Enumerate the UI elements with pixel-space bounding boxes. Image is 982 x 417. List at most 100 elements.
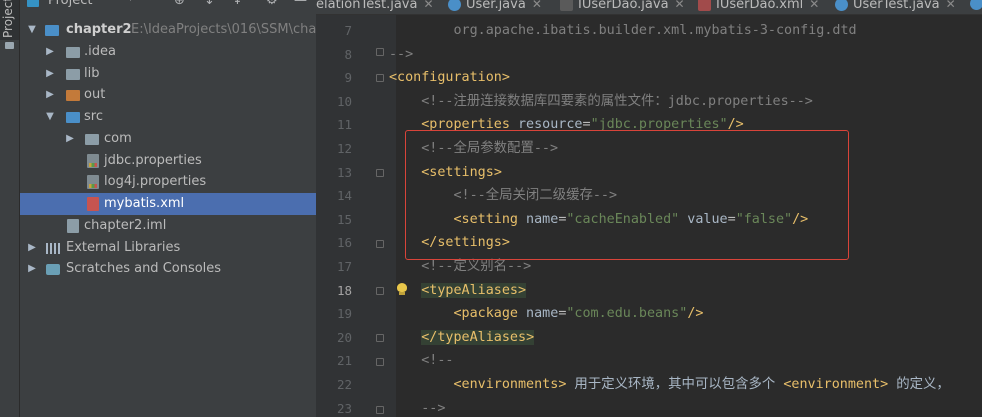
- tab-iuserdao-xml[interactable]: IUserDao.xml ✕: [698, 0, 819, 14]
- java-class-icon: [835, 0, 848, 11]
- tree-item-out[interactable]: ▶ out: [20, 84, 316, 106]
- fold-marker-icon[interactable]: [376, 48, 384, 56]
- chevron-right-icon[interactable]: ▶: [64, 128, 76, 150]
- line-number: 23: [336, 400, 352, 416]
- chevron-down-icon[interactable]: ▾: [128, 0, 133, 4]
- tab-usertest-java[interactable]: UserTest.java ✕: [835, 0, 956, 14]
- current-line-number: 18: [336, 282, 352, 298]
- folder-icon: [5, 42, 14, 49]
- line-number: 10: [336, 93, 352, 109]
- fold-marker-icon[interactable]: [376, 287, 384, 295]
- code-text: <configuration>: [389, 70, 510, 86]
- tab-relation-test[interactable]: elationTest.java ✕: [316, 0, 434, 14]
- java-class-icon: [448, 0, 461, 11]
- fold-marker-icon[interactable]: [376, 334, 384, 342]
- chevron-down-icon[interactable]: ▼: [44, 106, 56, 128]
- chevron-right-icon[interactable]: ▶: [44, 63, 56, 85]
- hide-panel-icon[interactable]: —: [294, 0, 307, 8]
- tree-item-label: lib: [84, 65, 100, 81]
- ide-window: Project Project ▾ ⊕ ⇟ ⇞ ⚙ — ▼ chapter2 E…: [0, 0, 982, 417]
- scratches-icon: [46, 264, 60, 276]
- locate-icon[interactable]: ⊕: [174, 0, 185, 8]
- annotation-highlight-box: [405, 130, 849, 260]
- tree-item-label: Scratches and Consoles: [66, 261, 222, 277]
- close-icon[interactable]: ✕: [532, 0, 542, 11]
- line-number: 16: [336, 235, 352, 251]
- tree-item-label: mybatis.xml: [104, 196, 185, 211]
- tree-item-scratches[interactable]: ▶ Scratches and Consoles: [20, 258, 316, 280]
- line-number: 13: [336, 164, 352, 180]
- tab-label: IUserDao.java: [578, 0, 669, 12]
- tree-item-label: .idea: [84, 43, 116, 59]
- package-icon: [85, 133, 99, 145]
- close-icon[interactable]: ✕: [423, 0, 433, 11]
- code-line-23: -->: [389, 399, 445, 417]
- line-number: 11: [336, 117, 352, 133]
- fold-marker-icon[interactable]: [376, 406, 384, 414]
- tree-item-jdbc-properties[interactable]: jdbc.properties: [20, 150, 316, 172]
- java-class-icon: [970, 0, 982, 10]
- tab-iuserdao-java[interactable]: IUserDao.java ✕: [560, 0, 685, 14]
- fold-marker-icon[interactable]: [376, 358, 384, 366]
- line-number: 14: [336, 188, 352, 204]
- tab-label: UserTest.java: [853, 0, 940, 12]
- chevron-right-icon[interactable]: ▶: [26, 237, 38, 259]
- line-number: 21: [336, 353, 352, 369]
- tab-user-java[interactable]: User.java ✕: [448, 0, 542, 14]
- line-number: 17: [336, 259, 352, 274]
- code-line-8: -->: [389, 45, 413, 65]
- fold-marker-icon[interactable]: [376, 240, 384, 248]
- module-folder-icon: [45, 25, 59, 36]
- project-tool-window-button[interactable]: Project: [0, 0, 19, 40]
- chevron-right-icon[interactable]: ▶: [44, 84, 56, 106]
- tab-label: User.java: [466, 0, 526, 12]
- tree-item-label: External Libraries: [66, 239, 181, 255]
- folder-icon: [66, 68, 80, 80]
- close-icon[interactable]: ✕: [809, 0, 819, 11]
- tree-item-label: out: [84, 87, 106, 103]
- fold-marker-icon[interactable]: [376, 169, 384, 177]
- code-text: -->: [389, 46, 414, 62]
- gear-icon[interactable]: ⚙: [266, 0, 278, 8]
- code-line-21: <!--: [389, 351, 454, 371]
- project-view-selector[interactable]: Project: [48, 0, 92, 8]
- tree-item-log4j-properties[interactable]: log4j.properties: [20, 171, 316, 193]
- tree-item-src[interactable]: ▼ src: [20, 106, 316, 128]
- tree-item-label: chapter2.iml: [84, 217, 167, 233]
- tree-item-lib[interactable]: ▶ lib: [20, 63, 316, 85]
- fold-marker-icon[interactable]: [376, 74, 384, 82]
- tab-more[interactable]: [970, 0, 982, 14]
- code-text: <!--定义别名-->: [389, 259, 532, 274]
- chevron-down-icon[interactable]: ▼: [26, 19, 38, 41]
- tree-item-label: src: [84, 109, 103, 124]
- tree-item-label: log4j.properties: [104, 174, 207, 190]
- line-number: 20: [336, 329, 352, 345]
- properties-file-icon: [87, 175, 99, 190]
- code-text: </typeAliases>: [421, 329, 535, 345]
- code-line-7: org.apache.ibatis.builder.xml.mybatis-3-…: [389, 21, 856, 41]
- tree-item-chapter2[interactable]: ▼ chapter2 E:\IdeaProjects\016\SSM\chap: [20, 19, 316, 41]
- code-text: <!--: [389, 353, 454, 369]
- tree-item-com[interactable]: ▶ com: [20, 128, 316, 150]
- code-line-19: <package name="com.edu.beans"/>: [389, 304, 704, 324]
- close-icon[interactable]: ✕: [946, 0, 956, 11]
- project-view-icon: [27, 0, 39, 7]
- code-line-17: <!--定义别名-->: [389, 257, 531, 277]
- line-number: 22: [336, 377, 352, 392]
- tab-label: elationTest.java: [316, 0, 418, 12]
- code-text: -->: [389, 400, 446, 416]
- line-number: 9: [344, 70, 352, 86]
- code-text: <package name="com.edu.beans"/>: [453, 306, 704, 322]
- xml-file-icon: [87, 197, 99, 211]
- project-tree: ▼ chapter2 E:\IdeaProjects\016\SSM\chap …: [20, 19, 316, 280]
- tree-item-chapter2-iml[interactable]: chapter2.iml: [20, 215, 316, 237]
- expand-all-icon[interactable]: ⇟: [204, 0, 215, 8]
- close-icon[interactable]: ✕: [675, 0, 685, 11]
- tree-item-external-libraries[interactable]: ▶ External Libraries: [20, 237, 316, 259]
- chevron-right-icon[interactable]: ▶: [44, 41, 56, 63]
- chevron-right-icon[interactable]: ▶: [26, 258, 38, 280]
- tree-item-idea[interactable]: ▶ .idea: [20, 41, 316, 63]
- tab-label: IUserDao.xml: [716, 0, 804, 12]
- collapse-all-icon[interactable]: ⇞: [232, 0, 243, 8]
- tree-item-mybatis-xml[interactable]: mybatis.xml: [20, 193, 316, 215]
